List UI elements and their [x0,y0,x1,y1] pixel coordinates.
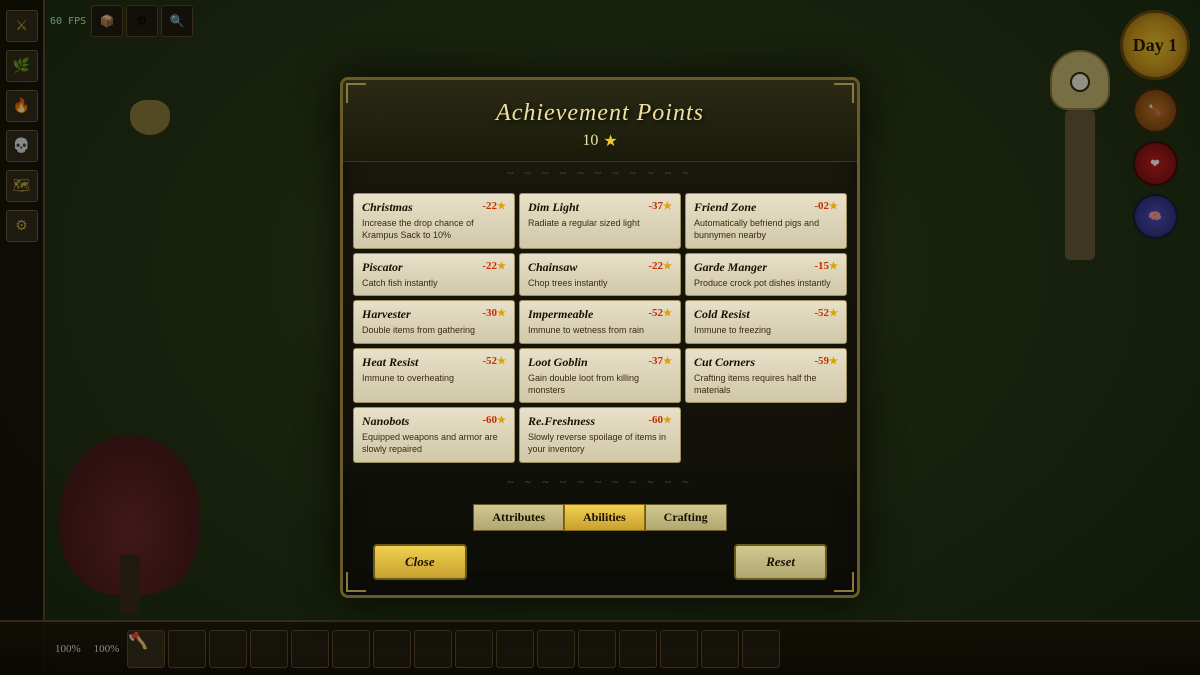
corner-bl [346,572,366,592]
card-desc-6: Double items from gathering [362,325,506,337]
footer-divider: ~ ~ ~ ~ ~ ~ ~ ~ ~ ~ ~ [343,471,857,494]
achievement-dialog: Achievement Points 10 ★ ~ ~ ~ ~ ~ ~ ~ ~ … [340,77,860,598]
achievement-card-10[interactable]: Loot Goblin -37★ Gain double loot from k… [519,348,681,403]
card-title-6: Harvester [362,307,411,322]
card-cost-3: -22★ [482,260,506,272]
card-desc-0: Increase the drop chance of Krampus Sack… [362,218,506,241]
card-header-7: Impermeable -52★ [528,307,672,322]
card-title-9: Heat Resist [362,355,418,370]
achievement-card-11[interactable]: Cut Corners -59★ Crafting items requires… [685,348,847,403]
card-cost-4: -22★ [648,260,672,272]
card-desc-9: Immune to overheating [362,373,506,385]
card-header-8: Cold Resist -52★ [694,307,838,322]
tab-crafting[interactable]: Crafting [645,504,727,531]
achievement-card-5[interactable]: Garde Manger -15★ Produce crock pot dish… [685,253,847,297]
card-header-2: Friend Zone -02★ [694,200,838,215]
reset-button[interactable]: Reset [734,544,827,580]
card-header-11: Cut Corners -59★ [694,355,838,370]
dialog-buttons: Close Reset [343,536,857,595]
achievement-grid: Christmas -22★ Increase the drop chance … [343,185,857,471]
achievement-card-2[interactable]: Friend Zone -02★ Automatically befriend … [685,193,847,248]
dialog-points: 10 ★ [363,131,837,151]
card-title-7: Impermeable [528,307,593,322]
card-header-9: Heat Resist -52★ [362,355,506,370]
points-star: ★ [603,131,617,151]
dialog-title: Achievement Points [363,100,837,127]
dialog-overlay: Achievement Points 10 ★ ~ ~ ~ ~ ~ ~ ~ ~ … [0,0,1200,675]
card-title-11: Cut Corners [694,355,755,370]
card-title-1: Dim Light [528,200,579,215]
card-title-12: Nanobots [362,414,409,429]
card-header-0: Christmas -22★ [362,200,506,215]
card-header-3: Piscator -22★ [362,260,506,275]
dialog-header: Achievement Points 10 ★ [343,80,857,162]
card-title-8: Cold Resist [694,307,750,322]
card-title-4: Chainsaw [528,260,577,275]
card-desc-12: Equipped weapons and armor are slowly re… [362,432,506,455]
tab-attributes[interactable]: Attributes [473,504,564,531]
tab-abilities[interactable]: Abilities [564,504,645,531]
card-desc-3: Catch fish instantly [362,278,506,290]
card-title-13: Re.Freshness [528,414,595,429]
card-desc-2: Automatically befriend pigs and bunnymen… [694,218,838,241]
card-desc-11: Crafting items requires half the materia… [694,373,838,396]
card-header-5: Garde Manger -15★ [694,260,838,275]
card-cost-10: -37★ [648,355,672,367]
card-cost-0: -22★ [482,200,506,212]
card-desc-7: Immune to wetness from rain [528,325,672,337]
card-desc-8: Immune to freezing [694,325,838,337]
card-desc-5: Produce crock pot dishes instantly [694,278,838,290]
card-desc-4: Chop trees instantly [528,278,672,290]
points-value: 10 [582,132,598,150]
achievement-card-4[interactable]: Chainsaw -22★ Chop trees instantly [519,253,681,297]
card-title-3: Piscator [362,260,403,275]
corner-tr [834,83,854,103]
card-cost-6: -30★ [482,307,506,319]
card-title-0: Christmas [362,200,413,215]
achievement-card-1[interactable]: Dim Light -37★ Radiate a regular sized l… [519,193,681,248]
card-title-2: Friend Zone [694,200,756,215]
tab-bar: Attributes Abilities Crafting [343,494,857,536]
achievement-card-13[interactable]: Re.Freshness -60★ Slowly reverse spoilag… [519,407,681,462]
card-cost-8: -52★ [814,307,838,319]
achievement-card-3[interactable]: Piscator -22★ Catch fish instantly [353,253,515,297]
card-title-10: Loot Goblin [528,355,588,370]
corner-br [834,572,854,592]
card-cost-2: -02★ [814,200,838,212]
card-header-13: Re.Freshness -60★ [528,414,672,429]
card-header-12: Nanobots -60★ [362,414,506,429]
achievement-card-9[interactable]: Heat Resist -52★ Immune to overheating [353,348,515,403]
card-cost-7: -52★ [648,307,672,319]
corner-tl [346,83,366,103]
close-button[interactable]: Close [373,544,467,580]
card-header-6: Harvester -30★ [362,307,506,322]
card-cost-13: -60★ [648,414,672,426]
card-title-5: Garde Manger [694,260,767,275]
header-divider: ~ ~ ~ ~ ~ ~ ~ ~ ~ ~ ~ [343,162,857,185]
achievement-card-8[interactable]: Cold Resist -52★ Immune to freezing [685,300,847,344]
card-cost-5: -15★ [814,260,838,272]
card-desc-1: Radiate a regular sized light [528,218,672,230]
card-desc-10: Gain double loot from killing monsters [528,373,672,396]
card-header-4: Chainsaw -22★ [528,260,672,275]
card-desc-13: Slowly reverse spoilage of items in your… [528,432,672,455]
card-cost-11: -59★ [814,355,838,367]
card-header-10: Loot Goblin -37★ [528,355,672,370]
achievement-card-6[interactable]: Harvester -30★ Double items from gatheri… [353,300,515,344]
card-header-1: Dim Light -37★ [528,200,672,215]
achievement-card-7[interactable]: Impermeable -52★ Immune to wetness from … [519,300,681,344]
card-cost-12: -60★ [482,414,506,426]
achievement-card-12[interactable]: Nanobots -60★ Equipped weapons and armor… [353,407,515,462]
card-cost-1: -37★ [648,200,672,212]
achievement-card-0[interactable]: Christmas -22★ Increase the drop chance … [353,193,515,248]
card-cost-9: -52★ [482,355,506,367]
